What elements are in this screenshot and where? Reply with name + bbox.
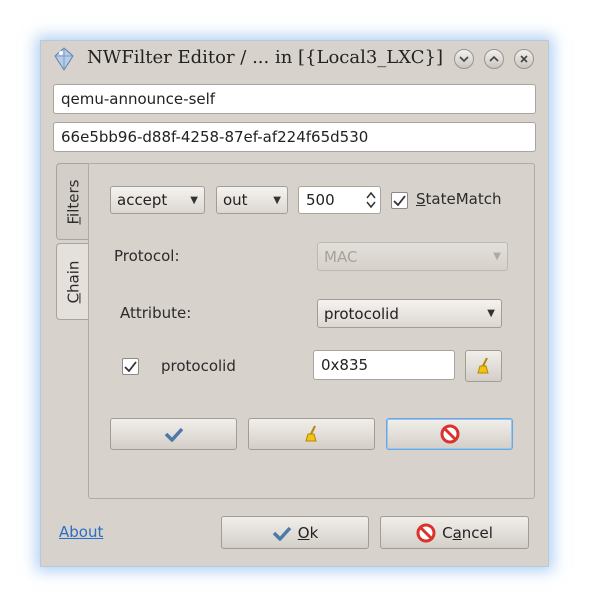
direction-select-value: out: [223, 191, 248, 209]
restore-icon[interactable]: [484, 49, 504, 69]
tab-filters-label: Filters: [64, 179, 83, 224]
tab-filters[interactable]: Filters: [56, 163, 89, 240]
spin-arrows-icon[interactable]: [366, 191, 376, 209]
attribute-select-value: protocolid: [324, 304, 399, 323]
chevron-down-icon: ▼: [493, 251, 501, 262]
cancel-button[interactable]: Cancel: [380, 516, 529, 549]
priority-spinbox[interactable]: 500: [298, 186, 381, 214]
nwfilter-editor-window: NWFilter Editor / ... in [{Local3_LXC}] …: [40, 40, 549, 567]
statematch-checkbox[interactable]: [391, 192, 408, 209]
tab-chain-label: Chain: [64, 260, 83, 303]
delete-rule-button[interactable]: [386, 418, 513, 450]
uuid-field[interactable]: 66e5bb96-d88f-4258-87ef-af224f65d530: [53, 122, 536, 152]
rule-panel: accept ▼ out ▼ 500 StateMatch Protocol: …: [88, 163, 535, 499]
statematch-label[interactable]: StateMatch: [416, 190, 501, 208]
chevron-down-icon: ▼: [190, 194, 198, 206]
checkmark-icon: [164, 427, 183, 442]
filter-name-value: qemu-announce-self: [61, 90, 216, 108]
protocol-select-value: MAC: [324, 247, 358, 266]
tab-chain[interactable]: Chain: [56, 243, 89, 320]
broom-icon: [304, 425, 317, 442]
apply-rule-button[interactable]: [110, 418, 237, 450]
chevron-down-icon: ▼: [273, 194, 281, 206]
protocolid-value: 0x835: [321, 356, 369, 374]
ok-button-label: Ok: [297, 523, 319, 542]
window-title: NWFilter Editor / ... in [{Local3_LXC}]: [87, 47, 444, 68]
app-icon: [53, 47, 75, 71]
filter-name-field[interactable]: qemu-announce-self: [53, 84, 536, 114]
no-entry-icon: [440, 424, 459, 444]
chevron-down-icon: ▼: [487, 308, 495, 319]
no-entry-icon: [416, 523, 436, 542]
ok-button[interactable]: Ok: [221, 516, 369, 549]
checkmark-icon: [272, 526, 292, 541]
priority-value: 500: [306, 191, 335, 209]
clear-rule-button[interactable]: [248, 418, 375, 450]
broom-icon: [476, 357, 489, 374]
attribute-select[interactable]: protocolid ▼: [317, 299, 502, 328]
protocolid-value-field[interactable]: 0x835: [313, 350, 455, 380]
clear-value-button[interactable]: [465, 350, 502, 382]
action-select[interactable]: accept ▼: [110, 186, 205, 214]
protocolid-checkbox[interactable]: [122, 358, 139, 375]
direction-select[interactable]: out ▼: [216, 186, 288, 214]
protocolid-label: protocolid: [161, 357, 236, 375]
about-link[interactable]: About: [59, 523, 103, 541]
protocol-select: MAC ▼: [317, 242, 508, 271]
protocol-label: Protocol:: [114, 247, 180, 265]
minimize-icon[interactable]: [454, 49, 474, 69]
action-select-value: accept: [117, 191, 168, 209]
cancel-button-label: Cancel: [442, 523, 493, 542]
uuid-value: 66e5bb96-d88f-4258-87ef-af224f65d530: [61, 128, 369, 146]
attribute-label: Attribute:: [120, 304, 192, 322]
close-icon[interactable]: [514, 49, 534, 69]
